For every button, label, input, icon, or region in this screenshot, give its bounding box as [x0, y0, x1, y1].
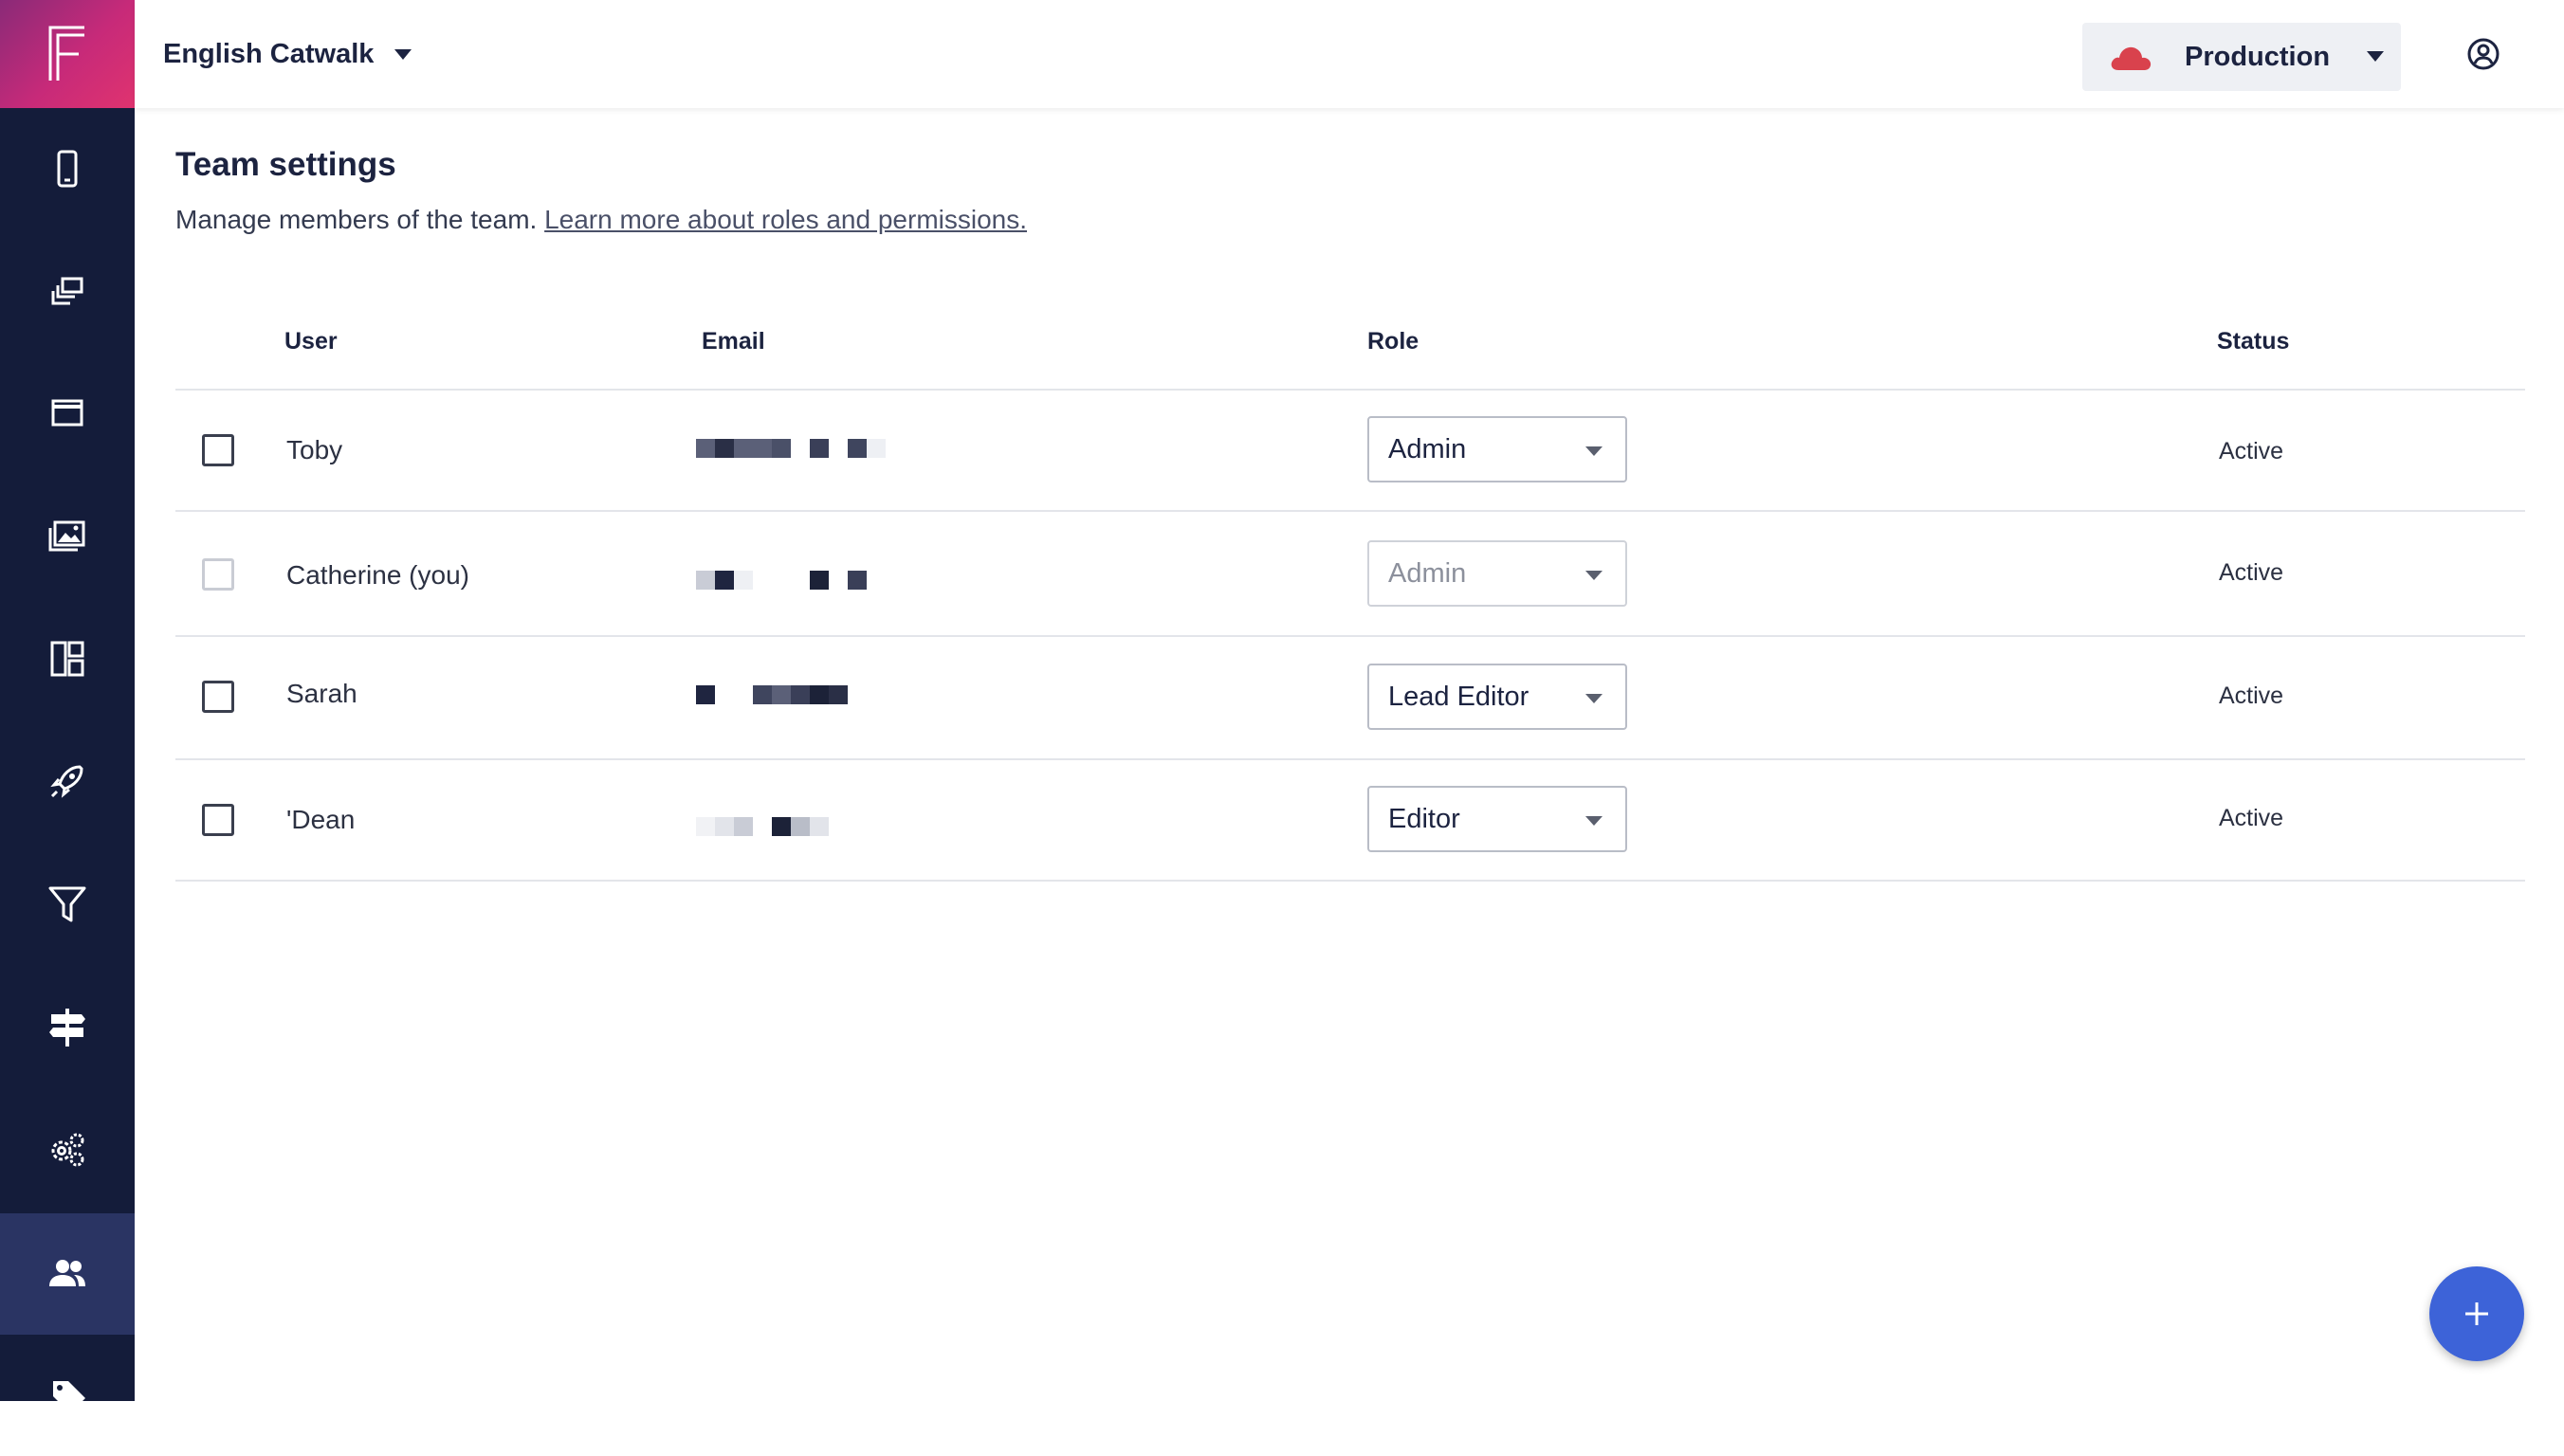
row-checkbox[interactable] — [202, 804, 234, 836]
nav-content-types[interactable] — [0, 231, 135, 353]
page-title: Team settings — [175, 146, 396, 183]
role-value: Lead Editor — [1388, 682, 1529, 712]
tag-icon — [53, 1381, 85, 1413]
user-name: 'Dean — [286, 805, 356, 834]
role-value: Editor — [1388, 804, 1460, 834]
column-header-email: Email — [702, 328, 765, 355]
layout-icon — [50, 641, 84, 677]
nav-window[interactable] — [0, 353, 135, 474]
media-icon — [48, 520, 85, 552]
user-circle-icon — [2467, 38, 2500, 70]
chevron-down-icon — [2367, 51, 2384, 62]
nav-settings[interactable] — [0, 1088, 135, 1210]
status-text: Active — [2219, 805, 2284, 831]
add-member-button[interactable] — [2429, 1266, 2524, 1361]
content-types-icon — [51, 277, 83, 305]
nav-filters[interactable] — [0, 844, 135, 965]
environment-label: Production — [2185, 42, 2331, 72]
roles-permissions-link[interactable]: Learn more about roles and permissions. — [544, 205, 1027, 234]
header-divider — [175, 389, 2525, 391]
user-name: Toby — [286, 435, 343, 464]
row-divider — [175, 635, 2525, 637]
nav-release[interactable] — [0, 720, 135, 842]
filter-icon — [48, 886, 86, 922]
role-value: Admin — [1388, 434, 1467, 464]
column-header-role: Role — [1367, 328, 1419, 355]
chevron-down-icon — [1585, 446, 1602, 456]
rocket-icon — [50, 765, 83, 798]
role-dropdown[interactable]: Admin — [1367, 416, 1627, 482]
nav-navigation[interactable] — [0, 966, 135, 1087]
column-header-user: User — [284, 328, 338, 355]
cloud-icon — [2111, 46, 2152, 70]
row-checkbox[interactable] — [202, 434, 234, 466]
chevron-down-icon — [1585, 816, 1602, 826]
sidebar — [0, 0, 135, 1413]
user-name: Sarah — [286, 679, 357, 708]
row-divider — [175, 510, 2525, 512]
chevron-down-icon — [1585, 571, 1602, 580]
signpost-icon — [49, 1009, 85, 1046]
account-button[interactable] — [2458, 28, 2509, 80]
nav-layout[interactable] — [0, 598, 135, 719]
status-text: Active — [2219, 559, 2284, 586]
page-description: Manage members of the team. — [175, 205, 538, 234]
role-dropdown-disabled: Admin — [1367, 540, 1627, 607]
row-checkbox[interactable] — [202, 681, 234, 713]
role-value: Admin — [1388, 558, 1467, 589]
environment-selector[interactable]: Production — [2082, 23, 2401, 91]
chevron-down-icon — [394, 48, 412, 60]
status-text: Active — [2219, 438, 2284, 464]
nav-tags[interactable] — [0, 1335, 135, 1456]
app-logo[interactable] — [0, 0, 135, 108]
row-checkbox-disabled — [202, 558, 234, 591]
project-name: English Catwalk — [163, 38, 375, 69]
role-dropdown[interactable]: Lead Editor — [1367, 664, 1627, 730]
row-divider — [175, 880, 2525, 882]
status-text: Active — [2219, 682, 2284, 709]
column-header-status: Status — [2217, 328, 2290, 355]
logo-mark-icon — [48, 26, 84, 81]
nav-team[interactable] — [0, 1213, 135, 1335]
nav-media[interactable] — [0, 476, 135, 597]
team-icon — [49, 1260, 85, 1286]
role-dropdown[interactable]: Editor — [1367, 786, 1627, 852]
user-name: Catherine (you) — [286, 560, 469, 590]
mobile-icon — [57, 150, 78, 188]
plus-icon — [2465, 1302, 2488, 1325]
nav-devices[interactable] — [0, 108, 135, 229]
project-switcher[interactable]: English Catwalk — [163, 0, 412, 108]
settings-gears-icon — [51, 1133, 84, 1167]
row-divider — [175, 758, 2525, 760]
top-bar: English Catwalk Production — [135, 0, 2564, 108]
page-subtitle: Manage members of the team. Learn more a… — [175, 205, 1027, 235]
window-icon — [51, 399, 83, 427]
chevron-down-icon — [1585, 694, 1602, 703]
